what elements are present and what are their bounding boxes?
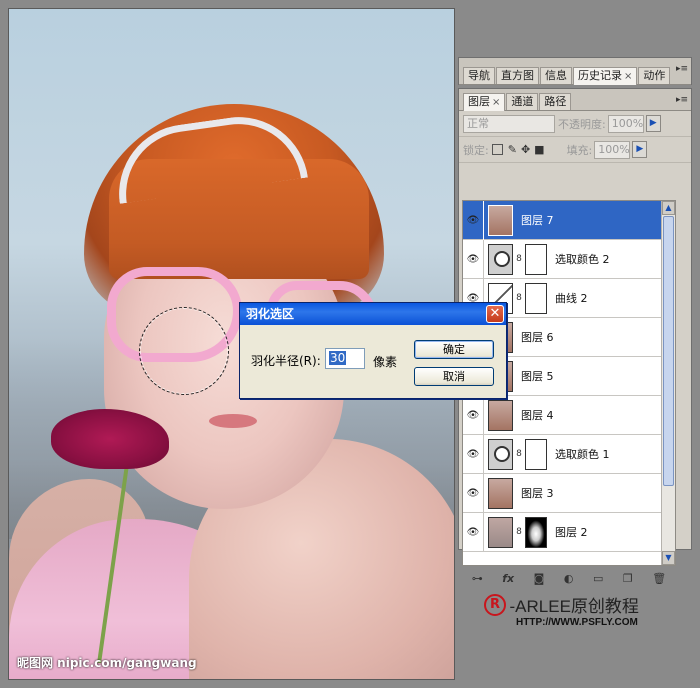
tab-info[interactable]: 信息	[540, 67, 572, 84]
lock-fill-row: 锁定: ✎ ✥ ■ 填充: 100% ▶	[459, 137, 691, 163]
layer-name: 图层 7	[521, 214, 554, 227]
history-panel: 导航 直方图 信息 历史记录 × 动作 ▸≡	[458, 57, 692, 85]
tab-channels[interactable]: 通道	[506, 93, 539, 110]
adjustment-icon[interactable]: ◐	[564, 572, 574, 585]
fill-slider-arrow-icon[interactable]: ▶	[632, 141, 648, 158]
fill-input[interactable]: 100%	[594, 140, 631, 159]
mask-icon[interactable]: ◙	[534, 572, 545, 585]
feather-radius-input[interactable]: 30	[325, 348, 365, 369]
layer-mask-thumbnail[interactable]	[525, 282, 547, 314]
layer-thumbnail	[488, 399, 513, 431]
layer-thumbnail	[488, 204, 513, 236]
tab-history[interactable]: 历史记录 ×	[573, 67, 638, 85]
tab-layers[interactable]: 图层 ×	[463, 93, 506, 111]
layer-thumbnail	[488, 516, 513, 548]
scroll-up-icon[interactable]: ▲	[662, 201, 675, 215]
blend-mode-select[interactable]: 正常	[463, 114, 555, 133]
new-layer-icon[interactable]: ❐	[623, 572, 633, 585]
opacity-slider-arrow-icon[interactable]: ▶	[645, 115, 661, 132]
logo-url: HTTP://WWW.PSFLY.COM	[516, 617, 638, 628]
link-icon[interactable]: ⊶	[472, 572, 483, 585]
eye-icon[interactable]: 👁	[463, 434, 484, 474]
layer-thumbnail	[488, 477, 513, 509]
lock-paint-icon[interactable]: ✎	[508, 143, 517, 156]
selection-marquee-inner	[140, 308, 228, 394]
layer-name: 图层 5	[521, 370, 554, 383]
watermark-text: 昵图网 nipic.com/gangwang	[17, 656, 197, 670]
scrollbar-thumb[interactable]	[663, 216, 674, 486]
history-panel-tabs: 导航 直方图 信息 历史记录 × 动作 ▸≡	[459, 58, 691, 85]
layers-panel-tabs: 图层 × 通道 路径 ▸≡	[459, 89, 691, 111]
arlee-logo: R -ARLEE原创教程 HTTP://WWW.PSFLY.COM	[484, 592, 639, 628]
cancel-button[interactable]: 取消	[414, 367, 494, 386]
eye-icon[interactable]: 👁	[463, 512, 484, 552]
layer-row[interactable]: 👁 8 选取颜色 2	[463, 239, 675, 279]
eye-icon[interactable]: 👁	[463, 239, 484, 279]
layer-name: 图层 3	[521, 487, 554, 500]
layer-name: 图层 2	[555, 526, 588, 539]
dialog-title: 羽化选区	[246, 307, 295, 321]
selective-color-icon	[488, 438, 513, 470]
layer-name: 选取颜色 2	[555, 253, 610, 266]
tab-history-label: 历史记录	[578, 69, 622, 82]
layers-scrollbar[interactable]: ▲ ▼	[661, 201, 675, 565]
layer-mask-thumbnail[interactable]	[525, 516, 547, 548]
layer-name: 图层 6	[521, 331, 554, 344]
fill-label: 填充:	[566, 143, 593, 157]
layer-row[interactable]: 👁 8 选取颜色 1	[463, 434, 675, 474]
pixels-unit-label: 像素	[373, 355, 398, 369]
registered-mark-icon: R	[484, 593, 506, 616]
opacity-input[interactable]: 100%	[607, 114, 644, 133]
feather-radius-value: 30	[329, 351, 347, 365]
chain-link-icon[interactable]: 8	[515, 254, 523, 264]
layer-name: 选取颜色 1	[555, 448, 610, 461]
tab-navigator[interactable]: 导航	[463, 67, 495, 84]
layer-row[interactable]: 👁 图层 3	[463, 473, 675, 513]
layer-row[interactable]: 👁 图层 7	[463, 201, 675, 240]
logo-text: -ARLEE原创教程	[509, 597, 639, 616]
selective-color-icon	[488, 243, 513, 275]
blend-opacity-row: 正常 不透明度: 100% ▶	[459, 111, 691, 137]
chain-link-icon[interactable]: 8	[515, 527, 523, 537]
tab-histogram[interactable]: 直方图	[496, 67, 539, 84]
feather-radius-label: 羽化半径(R):	[251, 354, 321, 368]
ok-button[interactable]: 确定	[414, 340, 494, 359]
chain-link-icon[interactable]: 8	[515, 449, 523, 459]
close-icon[interactable]: ✕	[486, 305, 504, 323]
eye-icon[interactable]: 👁	[463, 395, 484, 435]
photo-lips	[209, 414, 257, 428]
lock-transparency-icon[interactable]	[491, 144, 503, 155]
layer-mask-thumbnail[interactable]	[525, 438, 547, 470]
fx-icon[interactable]: fx	[502, 572, 514, 585]
chain-link-icon[interactable]: 8	[515, 293, 523, 303]
lock-move-icon[interactable]: ✥	[521, 143, 530, 156]
layers-footer: ⊶ fx ◙ ◐ ▭ ❐ 🗑	[462, 569, 676, 587]
dialog-titlebar[interactable]: 羽化选区 ✕	[240, 303, 506, 325]
eye-icon[interactable]: 👁	[463, 473, 484, 513]
panel-menu-icon[interactable]: ▸≡	[676, 95, 688, 105]
opacity-label: 不透明度:	[558, 117, 606, 131]
eye-icon[interactable]: 👁	[463, 201, 484, 240]
close-icon[interactable]: ×	[624, 71, 632, 82]
layer-row[interactable]: 👁 图层 4	[463, 395, 675, 435]
tab-actions[interactable]: 动作	[638, 67, 671, 84]
folder-icon[interactable]: ▭	[593, 572, 603, 585]
lock-all-icon[interactable]: ■	[534, 143, 544, 156]
trash-icon[interactable]: 🗑	[652, 572, 666, 585]
tab-layers-label: 图层	[468, 95, 490, 108]
dialog-body: 羽化半径(R): 30 像素 确定 取消	[240, 325, 506, 398]
layer-mask-thumbnail[interactable]	[525, 243, 547, 275]
close-icon[interactable]: ×	[492, 97, 500, 108]
lock-label: 锁定:	[463, 143, 489, 157]
layer-name: 曲线 2	[555, 292, 588, 305]
scroll-down-icon[interactable]: ▼	[662, 551, 675, 565]
panel-menu-icon[interactable]: ▸≡	[676, 64, 688, 74]
layer-name: 图层 4	[521, 409, 554, 422]
tab-paths[interactable]: 路径	[539, 93, 572, 110]
layer-row[interactable]: 👁 8 图层 2	[463, 512, 675, 552]
feather-selection-dialog: 羽化选区 ✕ 羽化半径(R): 30 像素 确定 取消	[239, 302, 507, 399]
